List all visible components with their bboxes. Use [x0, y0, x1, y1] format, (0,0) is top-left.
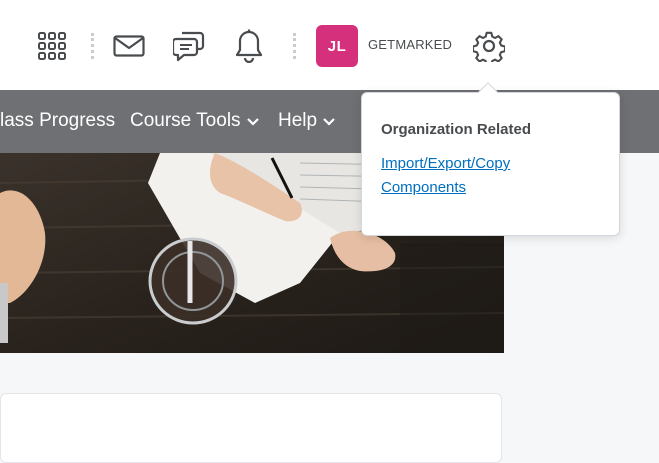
org-name[interactable]: GETMARKED — [368, 37, 452, 52]
chevron-down-icon — [246, 118, 259, 126]
content-panel — [0, 393, 502, 463]
gear-icon[interactable] — [472, 29, 506, 63]
chevron-down-icon — [323, 118, 335, 126]
apps-grid-icon[interactable] — [36, 30, 68, 62]
import-export-copy-link[interactable]: Import/Export/Copy Components — [381, 152, 581, 200]
chat-icon[interactable] — [172, 28, 206, 64]
top-bar: JL GETMARKED — [0, 0, 659, 90]
nav-class-progress[interactable]: lass Progress — [0, 110, 115, 132]
avatar[interactable]: JL — [316, 25, 358, 67]
bell-icon[interactable] — [233, 28, 265, 64]
popover-heading: Organization Related — [381, 121, 532, 138]
settings-popover: Organization Related Import/Export/Copy … — [361, 82, 620, 236]
nav-help[interactable]: Help — [278, 110, 335, 132]
divider — [293, 33, 296, 59]
divider — [91, 33, 94, 59]
nav-label: lass Progress — [0, 110, 116, 131]
nav-label: Help — [278, 110, 318, 131]
nav-label: Course Tools — [130, 110, 241, 131]
nav-course-tools[interactable]: Course Tools — [130, 110, 259, 132]
mail-icon[interactable] — [112, 30, 146, 62]
